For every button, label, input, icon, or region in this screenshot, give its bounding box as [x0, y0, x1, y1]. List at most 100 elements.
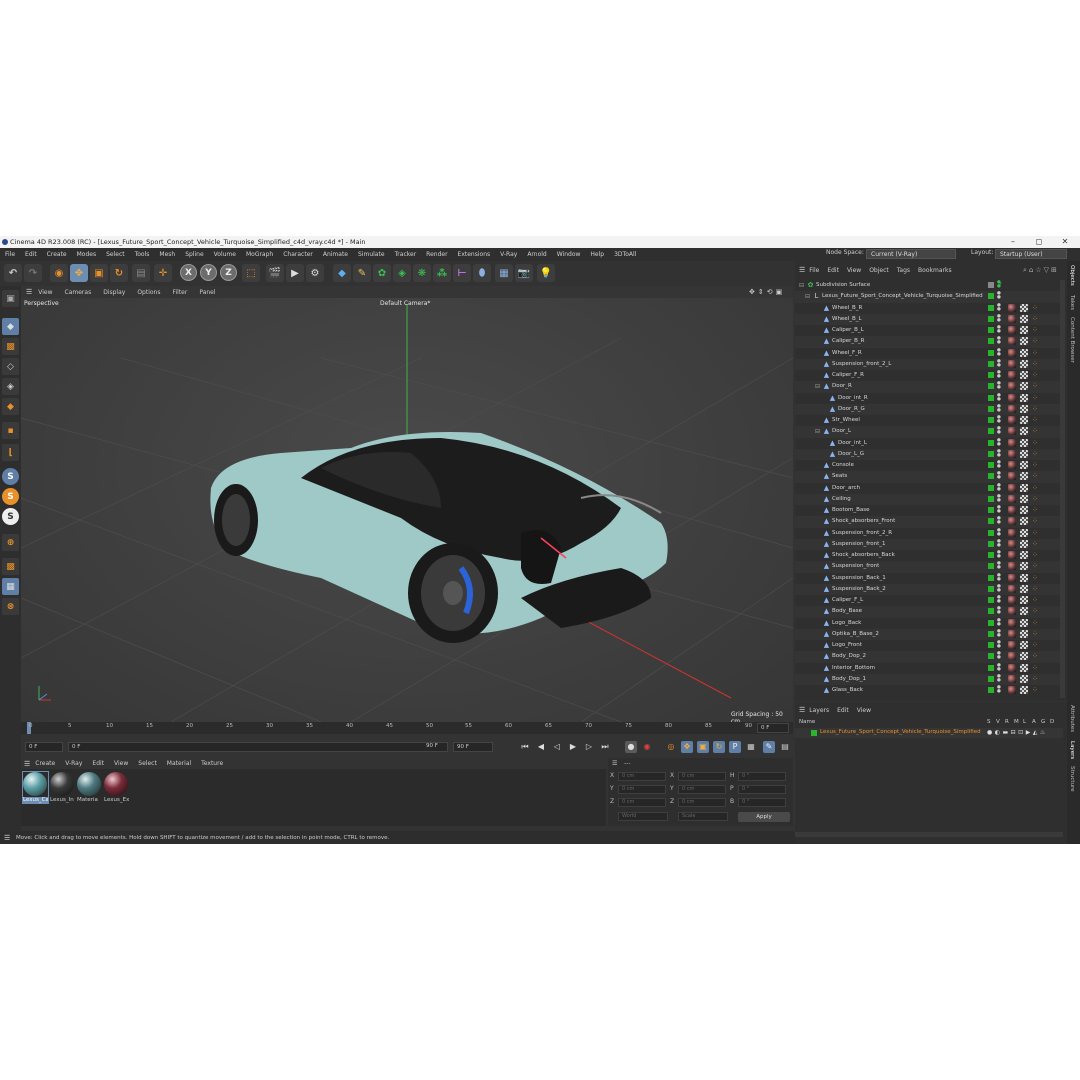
tab-content-browser[interactable]: Content Browser — [1069, 317, 1075, 363]
selection-tag-icon[interactable]: ⁘ — [1032, 652, 1040, 660]
layers-menu-view[interactable]: View — [853, 707, 875, 714]
solo-icon[interactable]: ▩ — [2, 558, 19, 575]
rotation-p-field[interactable]: 0 ° — [738, 785, 786, 794]
lock-workplane-icon[interactable]: ⊗ — [2, 598, 19, 615]
object-row[interactable]: ▲ Wheel_B_L ● ● ⁘ — [795, 313, 1060, 325]
objects-menu-edit[interactable]: Edit — [823, 267, 843, 274]
visibility-dots-icon[interactable]: ● ● — [997, 359, 1001, 368]
visibility-dots-icon[interactable]: ● ● — [997, 505, 1001, 514]
layer-color-swatch[interactable] — [988, 327, 994, 333]
material-tag-icon[interactable] — [1008, 371, 1016, 379]
material-swatch[interactable]: Lexus_In — [50, 772, 75, 803]
material-tag-icon[interactable] — [1008, 427, 1016, 436]
render-to-picture-viewer-icon[interactable]: ▶ — [286, 264, 304, 282]
object-row[interactable]: ▲ Suspension_front_1 ● ● ⁘ — [795, 538, 1060, 550]
tab-objects[interactable]: Objects — [1069, 265, 1075, 286]
pla-key-icon[interactable]: ▦ — [745, 741, 757, 753]
object-row[interactable]: ▲ Suspension_front_2_R ● ● ⁘ — [795, 528, 1060, 539]
layer-color-swatch[interactable] — [988, 462, 994, 468]
object-row[interactable]: ▲ Door_int_R ● ● ⁘ — [795, 393, 1060, 404]
layer-color-swatch[interactable] — [988, 428, 994, 435]
menu-file[interactable]: File — [0, 251, 20, 258]
grid-floor-icon[interactable]: ▦ — [495, 264, 513, 282]
selection-tag-icon[interactable]: ⁘ — [1032, 585, 1040, 593]
next-key-icon[interactable]: ▷ — [583, 741, 595, 753]
polygons-mode-icon[interactable]: ◆ — [2, 398, 19, 415]
selection-tag-icon[interactable]: ⁘ — [1032, 405, 1040, 413]
selection-tag-icon[interactable]: ⁘ — [1032, 382, 1040, 390]
model-mode-icon[interactable]: ◆ — [2, 318, 19, 335]
visibility-dots-icon[interactable]: ● ● — [997, 584, 1001, 593]
visibility-dots-icon[interactable]: ● ● — [997, 517, 1001, 526]
object-list-scrollbar[interactable] — [1060, 280, 1065, 698]
material-tag-icon[interactable] — [1008, 326, 1016, 334]
object-row[interactable]: ▲ Caliper_B_L ● ● ⁘ — [795, 325, 1060, 336]
material-tag-icon[interactable] — [1008, 359, 1016, 368]
object-row[interactable]: ▲ Caliper_F_L ● ● ⁘ — [795, 595, 1060, 606]
parameter-key-icon[interactable]: P — [729, 741, 741, 753]
object-row[interactable]: ▲ Seats ● ● ⁘ — [795, 471, 1060, 483]
menu-modes[interactable]: Modes — [72, 251, 101, 258]
light-icon[interactable]: 💡 — [537, 264, 555, 282]
goto-start-icon[interactable]: ⏮ — [519, 741, 531, 753]
rotate-tool-icon[interactable]: ↻ — [110, 264, 128, 282]
selection-tag-icon[interactable]: ⁘ — [1032, 416, 1040, 424]
cloner-icon[interactable]: ❋ — [413, 264, 431, 282]
visibility-dots-icon[interactable]: ● ● — [997, 607, 1001, 616]
undo-icon[interactable]: ↶ — [4, 264, 22, 282]
mograph-effector-icon[interactable]: ⁂ — [433, 264, 451, 282]
layer-color-swatch[interactable] — [988, 507, 994, 513]
subdivision-surface-icon[interactable]: ✿ — [373, 264, 391, 282]
start-frame-field[interactable]: 0 F — [25, 742, 63, 752]
goto-end-icon[interactable]: ⏭ — [599, 741, 611, 753]
selection-tag-icon[interactable]: ⁘ — [1032, 686, 1040, 694]
material-tag-icon[interactable] — [1008, 472, 1016, 481]
texture-tag-icon[interactable] — [1020, 674, 1028, 683]
texture-tag-icon[interactable] — [1020, 663, 1028, 672]
objects-menu-file[interactable]: File — [805, 267, 823, 274]
menu-arnold[interactable]: Arnold — [522, 251, 551, 258]
layer-color-swatch[interactable] — [988, 417, 994, 423]
object-row[interactable]: ▲ Wheel_F_R ● ● ⁘ — [795, 348, 1060, 359]
menu-animate[interactable]: Animate — [318, 251, 353, 258]
texture-tag-icon[interactable] — [1020, 517, 1028, 526]
layer-flag-icons[interactable]: ●◐▬⊟⊡▶◭♨ — [987, 729, 1048, 736]
visibility-dots-icon[interactable]: ● ● — [997, 314, 1001, 323]
position-key-icon[interactable]: ✥ — [681, 741, 693, 753]
menu-simulate[interactable]: Simulate — [353, 251, 390, 258]
visibility-dots-icon[interactable]: ● ● — [997, 550, 1001, 559]
material-menu-select[interactable]: Select — [133, 760, 162, 767]
material-tag-icon[interactable] — [1008, 393, 1016, 402]
layer-color-swatch[interactable] — [988, 304, 994, 311]
objects-search-icons[interactable]: ⌕⌂☆▽⊞ — [1023, 266, 1059, 275]
selection-tag-icon[interactable]: ⁘ — [1032, 461, 1040, 469]
material-swatch[interactable]: Materia — [77, 772, 102, 803]
object-row[interactable]: ▲ Body_Base ● ● ⁘ — [795, 606, 1060, 618]
floor-environment-icon[interactable]: ⬮ — [473, 264, 491, 282]
end-frame-field[interactable]: 90 F — [453, 742, 493, 752]
selection-tag-icon[interactable]: ⁘ — [1032, 326, 1040, 334]
size-y-field[interactable]: 0 cm — [678, 785, 726, 794]
selection-tag-icon[interactable]: ⁘ — [1032, 540, 1040, 548]
menu-3dtoall[interactable]: 3DToAll — [609, 251, 641, 258]
selection-tag-icon[interactable]: ⁘ — [1032, 506, 1040, 514]
axis-mode-icon[interactable]: ▪ — [2, 422, 19, 439]
redo-icon[interactable]: ↷ — [24, 264, 42, 282]
texture-tag-icon[interactable] — [1020, 472, 1028, 481]
viewport-navigation-icons[interactable]: ✥⇕⟲▣ — [749, 288, 785, 296]
live-selection-icon[interactable]: ◉ — [50, 264, 68, 282]
transform-tool-icon[interactable]: ✛ — [154, 264, 172, 282]
objects-menu-tags[interactable]: Tags — [893, 267, 914, 274]
layer-color-swatch[interactable] — [988, 349, 994, 356]
visibility-dots-icon[interactable]: ● ● — [997, 348, 1001, 357]
object-row[interactable]: ▲ Door_int_L ● ● ⁘ — [795, 438, 1060, 449]
recent-tools-icon[interactable]: ▤ — [132, 264, 150, 282]
texture-tag-icon[interactable] — [1020, 596, 1028, 604]
layer-color-swatch[interactable] — [988, 619, 994, 626]
texture-tag-icon[interactable] — [1020, 551, 1028, 559]
menu-extensions[interactable]: Extensions — [453, 251, 496, 258]
rotation-key-icon[interactable]: ↻ — [713, 741, 725, 753]
coordinate-mode-dropdown[interactable]: World — [618, 812, 668, 821]
quantize-icon[interactable]: S — [2, 508, 19, 525]
layer-color-swatch[interactable] — [988, 394, 994, 401]
